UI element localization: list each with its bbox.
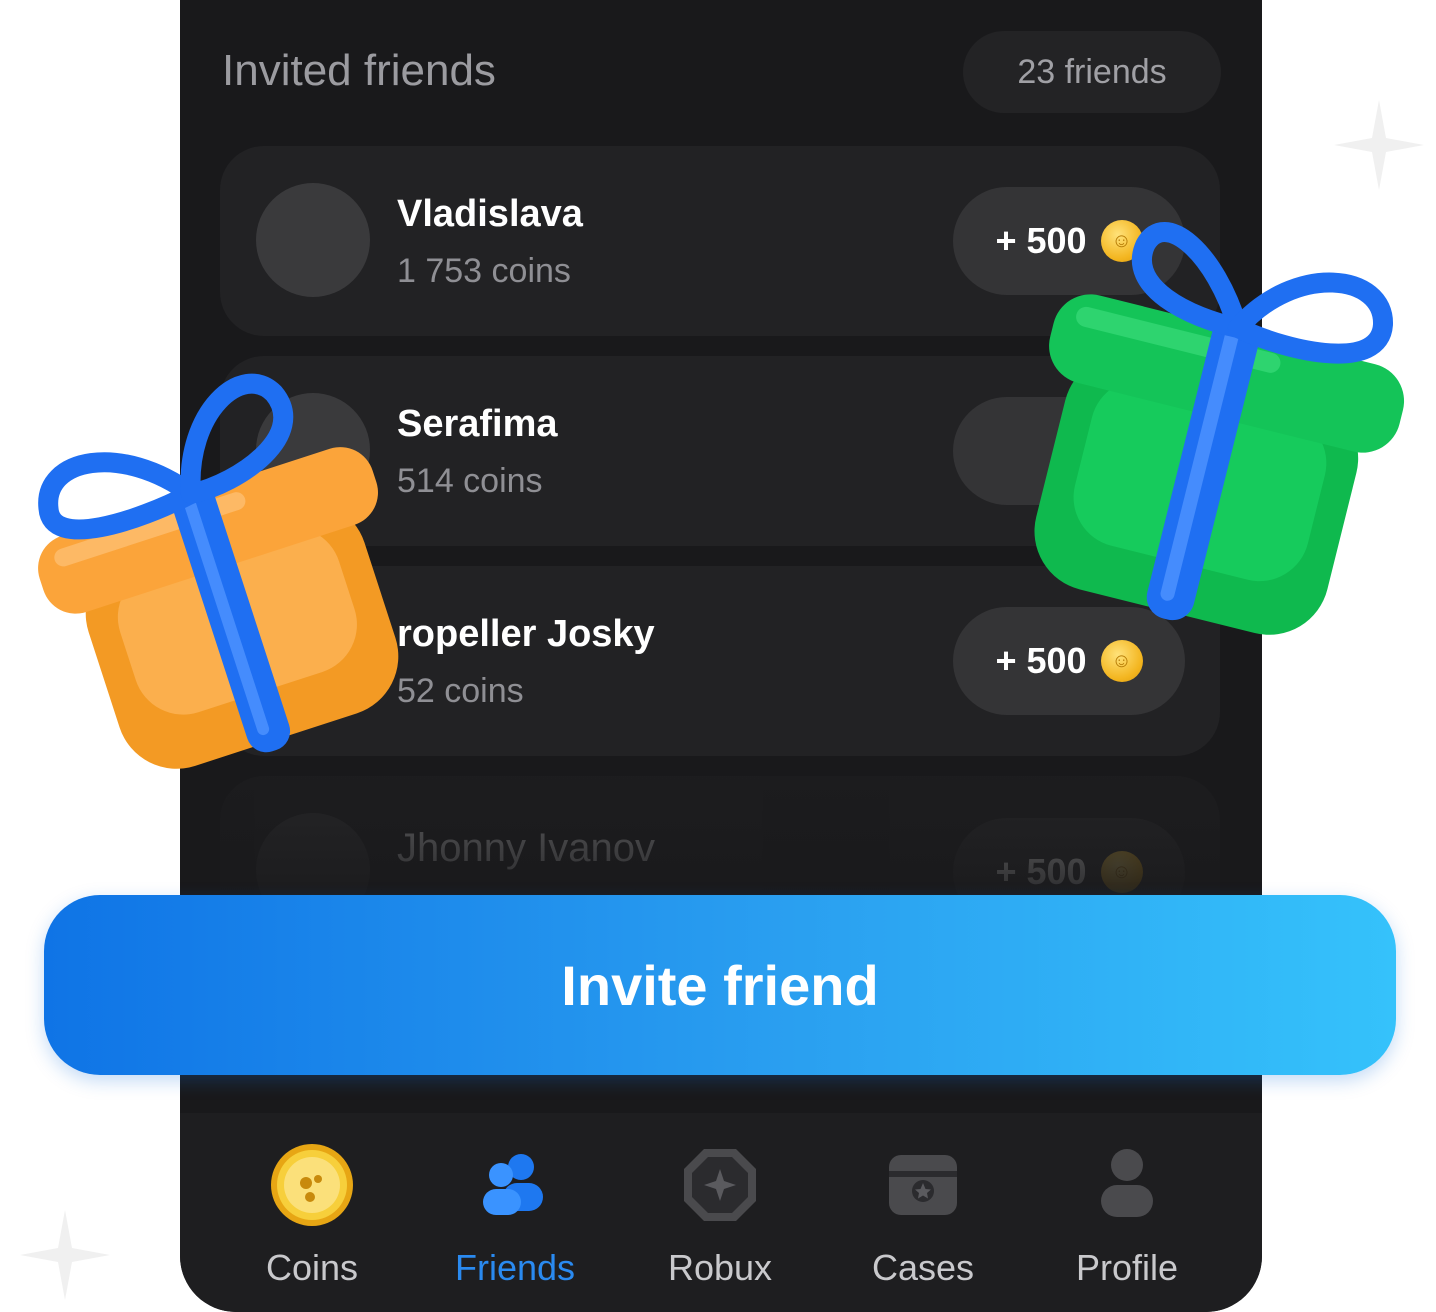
bottom-tab-bar: Coins Friends Robux Cases Profile (180, 1113, 1262, 1312)
coin-icon (270, 1143, 354, 1227)
friend-name: Vladislava (397, 193, 583, 235)
tab-profile[interactable]: Profile (1037, 1113, 1217, 1312)
tab-friends[interactable]: Friends (425, 1113, 605, 1312)
avatar (256, 183, 370, 297)
sparkle-icon (1334, 100, 1424, 190)
coin-icon: ☺ (1100, 851, 1143, 893)
reward-amount: + 500 (995, 851, 1087, 892)
friends-count-badge: 23 friends (963, 31, 1221, 113)
tab-label: Cases (871, 1247, 975, 1288)
tab-label: Robux (667, 1247, 773, 1288)
sparkle-icon (20, 1210, 110, 1300)
robux-icon (678, 1143, 762, 1227)
friends-icon (473, 1143, 557, 1227)
section-title: Invited friends (222, 46, 496, 95)
profile-icon (1085, 1143, 1169, 1227)
green-gift-icon (1034, 222, 1405, 635)
tab-label: Coins (265, 1247, 359, 1288)
tab-cases[interactable]: Cases (833, 1113, 1013, 1312)
friend-coins: 1 753 coins (397, 252, 571, 290)
orange-gift-icon (38, 373, 399, 769)
invite-friend-button[interactable]: Invite friend (44, 895, 1396, 1075)
friend-name: Jhonny Ivanov (397, 826, 655, 870)
tab-label: Friends (454, 1247, 576, 1288)
tab-label: Profile (1075, 1247, 1179, 1288)
case-icon (881, 1143, 965, 1227)
tab-robux[interactable]: Robux (630, 1113, 810, 1312)
tab-coins[interactable]: Coins (222, 1113, 402, 1312)
